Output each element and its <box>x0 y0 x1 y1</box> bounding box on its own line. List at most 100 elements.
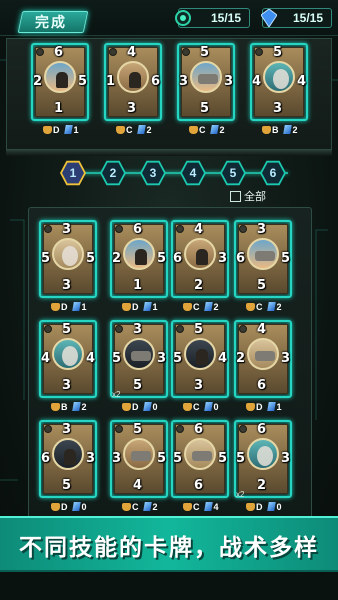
stat-bottom: 3 <box>62 278 72 293</box>
bottom-strip <box>0 572 338 600</box>
card-collection: 3 5 5 3 D 1 6 2 5 1 D 1 4 6 3 2 C 2 3 6 5 5 C 2 5 4 4 3 B 2 3 5 3 5 D 0 x2 5 5… <box>28 207 312 524</box>
card-rank: C <box>126 125 133 135</box>
page-tab[interactable]: 2 <box>100 160 126 186</box>
page-tab[interactable]: 1 <box>60 160 86 186</box>
energy-value: 15/15 <box>210 11 241 25</box>
stat-bottom: 2 <box>194 278 204 293</box>
character-figure <box>273 69 289 89</box>
energy-counter: 15/15 <box>175 8 250 28</box>
rank-icon <box>246 403 255 411</box>
stat-top: 4 <box>257 322 267 337</box>
done-button[interactable]: 完成 <box>17 11 89 33</box>
stat-left: 2 <box>33 74 43 89</box>
card-meta: C2 <box>122 501 158 513</box>
card-cost: 2 <box>292 125 298 135</box>
card-portrait <box>52 238 84 270</box>
card-meta: D0 <box>51 501 87 513</box>
skill-icon <box>176 225 184 233</box>
card[interactable]: 62 51 <box>31 43 89 121</box>
skill-icon <box>115 225 123 233</box>
card-portrait <box>52 338 84 370</box>
stat-bottom: 3 <box>273 101 283 116</box>
card-meta: C4 <box>183 501 219 513</box>
page-tab[interactable]: 6 <box>260 160 286 186</box>
stat-right: 3 <box>223 74 233 89</box>
page-tabs-line <box>66 172 288 174</box>
skill-icon <box>239 425 247 433</box>
gem-cost-icon <box>71 302 81 311</box>
card[interactable]: 41 63 <box>104 43 162 121</box>
page-tab[interactable]: 3 <box>140 160 166 186</box>
card[interactable]: 53 35 <box>177 43 235 121</box>
rank-icon <box>183 303 192 311</box>
card[interactable]: 35 53 <box>39 220 97 298</box>
card[interactable]: 3655 <box>234 220 292 298</box>
card[interactable]: 54 43 <box>250 43 308 121</box>
stat-left: 5 <box>173 451 183 466</box>
card[interactable]: 65 56 <box>171 420 229 498</box>
card-meta: C2 <box>189 124 225 136</box>
character-figure <box>131 351 151 361</box>
card-portrait <box>190 61 222 93</box>
card[interactable]: 3635 <box>39 420 97 498</box>
page-tab-label: 2 <box>109 166 117 180</box>
page-tab-label: 4 <box>189 166 197 180</box>
stat-top: 3 <box>62 422 72 437</box>
card-cost: 0 <box>276 502 282 512</box>
stat-bottom: 6 <box>257 378 267 393</box>
character-figure <box>64 449 76 465</box>
card-portrait <box>184 338 216 370</box>
card-cost: 1 <box>152 302 158 312</box>
gem-icon <box>261 9 277 27</box>
checkbox-icon[interactable] <box>230 191 241 202</box>
stat-right: 4 <box>85 351 95 366</box>
stat-right: 3 <box>156 351 166 366</box>
card-rank: C <box>199 125 206 135</box>
stat-bottom: 2 <box>257 478 267 493</box>
gem-cost-icon <box>136 125 146 134</box>
character-figure <box>196 249 208 265</box>
card[interactable]: 3535 <box>110 320 168 398</box>
card[interactable]: 62 51 <box>110 220 168 298</box>
card-cost: 2 <box>219 125 225 135</box>
skill-icon <box>176 325 184 333</box>
card-cost: 2 <box>276 302 282 312</box>
stat-right: 5 <box>77 74 87 89</box>
stat-left: 2 <box>112 251 122 266</box>
card-rank: C <box>193 302 200 312</box>
page-tabs: 1 2 3 4 5 6 <box>36 160 302 186</box>
promo-banner-text: 不同技能的卡牌，战术多样 <box>19 534 319 560</box>
card-portrait <box>247 438 279 470</box>
page-tab-label: 5 <box>229 166 237 180</box>
filter-all[interactable]: 全部 <box>230 190 266 204</box>
character-figure <box>257 446 273 466</box>
skill-icon <box>44 225 52 233</box>
rank-icon <box>43 126 52 134</box>
gem-cost-icon <box>266 402 276 411</box>
page-tab[interactable]: 4 <box>180 160 206 186</box>
card[interactable]: 5354 <box>110 420 168 498</box>
card-rank: D <box>132 302 139 312</box>
stat-top: 3 <box>133 322 143 337</box>
gem-cost-icon <box>209 125 219 134</box>
stat-top: 6 <box>54 45 64 60</box>
card-meta: C2 <box>246 301 282 313</box>
card[interactable]: 5543 <box>171 320 229 398</box>
gem-cost-icon <box>203 502 213 511</box>
card[interactable]: 42 36 <box>234 320 292 398</box>
card-cost: 1 <box>81 302 87 312</box>
stat-bottom: 4 <box>133 478 143 493</box>
rank-icon <box>262 126 271 134</box>
rank-icon <box>246 503 255 511</box>
card[interactable]: 54 43 <box>39 320 97 398</box>
page-tab[interactable]: 5 <box>220 160 246 186</box>
card[interactable]: 65 32 <box>234 420 292 498</box>
stat-left: 2 <box>236 351 246 366</box>
stat-bottom: 3 <box>127 101 137 116</box>
rank-icon <box>122 503 131 511</box>
rank-icon <box>122 303 131 311</box>
card-meta: D1 <box>246 401 282 413</box>
card-meta: B2 <box>262 124 298 136</box>
card-portrait <box>263 61 295 93</box>
card[interactable]: 46 32 <box>171 220 229 298</box>
